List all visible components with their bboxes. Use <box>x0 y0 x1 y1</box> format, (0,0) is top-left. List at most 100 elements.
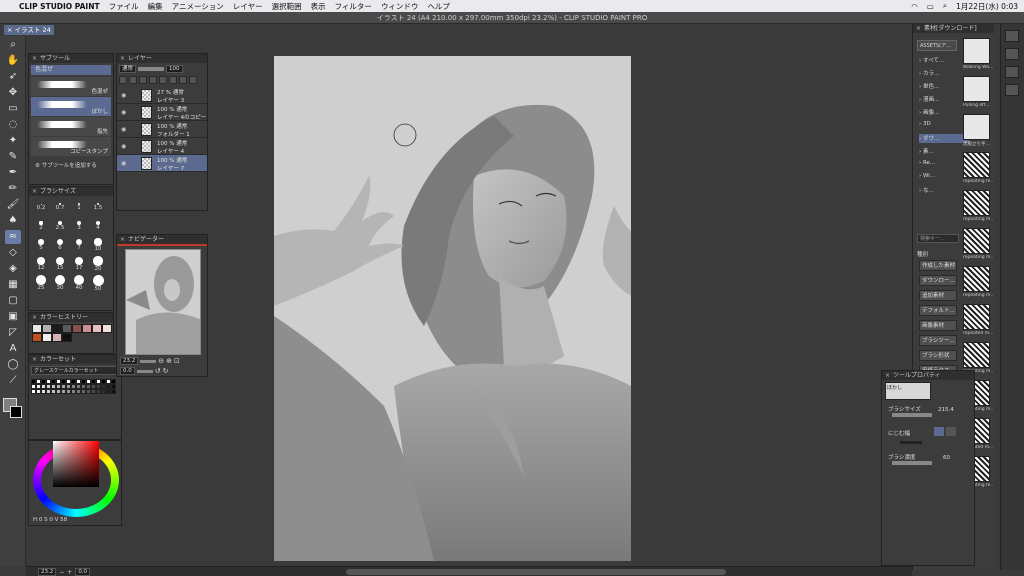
menu-view[interactable]: 表示 <box>311 1 326 12</box>
frame-tool-icon[interactable]: ▣ <box>5 310 21 324</box>
subtool-item-finger[interactable]: 指先 <box>31 117 111 136</box>
density-slider[interactable] <box>892 461 932 465</box>
mask-icon[interactable] <box>159 76 167 84</box>
pen-tool-icon[interactable]: ✒ <box>5 166 21 180</box>
material-thumbnail[interactable] <box>963 38 990 64</box>
color-history-swatch[interactable] <box>42 324 52 333</box>
material-tag-button[interactable]: 追加素材 <box>919 290 957 301</box>
clock[interactable]: 1月22日(水) 0:03 <box>956 1 1018 12</box>
colorhistory-panel-header[interactable]: × カラーヒストリー <box>29 313 113 322</box>
material-tag-button[interactable]: デフォルト... <box>919 305 957 316</box>
brush-size-preset[interactable]: 40 <box>70 274 88 293</box>
eraser-tool-icon[interactable]: ◇ <box>5 246 21 260</box>
eye-icon[interactable]: ◉ <box>121 143 126 150</box>
horizontal-scrollbar[interactable] <box>346 569 726 575</box>
material-tree-item[interactable]: › すべて... <box>919 56 969 65</box>
subtool-item-blur[interactable]: ぼかし <box>31 97 111 116</box>
eye-icon[interactable]: ◉ <box>121 160 126 167</box>
layer-row[interactable]: ◉ 100 % 通常 レイヤー 4 <box>117 138 207 155</box>
material-panel-header[interactable]: × 素材[ダウンロード] <box>913 24 994 33</box>
opacity-input[interactable]: 100 <box>166 65 183 73</box>
color-history-swatch[interactable] <box>62 333 72 342</box>
brush-size-preset[interactable]: 50 <box>89 274 107 293</box>
blur-slider[interactable] <box>900 441 922 444</box>
eyedropper-tool-icon[interactable]: ✎ <box>5 150 21 164</box>
panel-icon[interactable] <box>1005 30 1019 42</box>
wifi-icon[interactable]: ◠ <box>911 2 918 11</box>
material-tag-button[interactable]: ブラシツー... <box>919 335 957 346</box>
material-tree-item[interactable]: › カラ... <box>919 69 969 78</box>
zoom-slider[interactable] <box>140 359 157 363</box>
material-tree-item[interactable]: › 3D <box>919 121 969 130</box>
color-history-swatch[interactable] <box>72 324 82 333</box>
operation-tool-icon[interactable]: ➶ <box>5 70 21 84</box>
color-history-swatch[interactable] <box>42 333 52 342</box>
material-thumbnail[interactable] <box>963 190 990 216</box>
move-layer-tool-icon[interactable]: ✥ <box>5 86 21 100</box>
colorset-panel-header[interactable]: × カラーセット <box>29 355 121 364</box>
colorset-select[interactable]: グレースケールカラーセット <box>31 366 119 375</box>
brush-size-preset[interactable]: 7 <box>70 237 88 255</box>
layer-row[interactable]: ◉ 100 % 通常 レイヤー 4のコピー <box>117 104 207 121</box>
fill-tool-icon[interactable]: ◈ <box>5 262 21 276</box>
saturation-value-square[interactable] <box>53 441 99 487</box>
subtool-panel-header[interactable]: × サブツール <box>29 54 113 63</box>
color-history-swatch[interactable] <box>92 324 102 333</box>
material-thumbnail[interactable] <box>963 266 990 292</box>
menu-help[interactable]: ヘルプ <box>427 1 450 12</box>
rotate-right-icon[interactable]: ↻ <box>163 367 169 375</box>
balloon-tool-icon[interactable]: ◯ <box>5 358 21 372</box>
pencil-tool-icon[interactable]: ✏ <box>5 182 21 196</box>
brush-size-preset[interactable]: 30 <box>51 274 69 293</box>
brush-tool-icon[interactable]: 🖌 <box>5 198 21 212</box>
subtool-item-copystamp[interactable]: コピースタンプ <box>31 137 111 156</box>
rotate-left-icon[interactable]: ↺ <box>155 367 161 375</box>
brush-size-preset[interactable]: 2 <box>32 218 50 236</box>
brush-size-preset[interactable]: 0.2 <box>32 199 50 217</box>
brush-size-preset[interactable]: 2.5 <box>51 218 69 236</box>
ruler-icon[interactable] <box>169 76 177 84</box>
canvas-tab[interactable]: × イラスト 24 <box>4 25 54 35</box>
color-history-swatch[interactable] <box>102 324 112 333</box>
color-history-swatch[interactable] <box>52 324 62 333</box>
material-thumbnail[interactable] <box>963 152 990 178</box>
color-history-swatch[interactable] <box>82 324 92 333</box>
zoom-input[interactable]: 23.2 <box>120 357 139 365</box>
new-layer-icon[interactable] <box>119 76 127 84</box>
material-tag-button[interactable]: 画像素材 <box>919 320 957 331</box>
brush-size-preset[interactable]: 12 <box>32 256 50 274</box>
material-tag-button[interactable]: 作成した素材 <box>919 260 957 271</box>
material-tree-item[interactable]: › 画像... <box>919 108 969 117</box>
zoom-out-icon[interactable]: ⊖ <box>158 357 164 365</box>
blur-play-icon[interactable] <box>946 427 956 436</box>
brush-size-preset[interactable]: 17 <box>70 256 88 274</box>
battery-icon[interactable]: ▭ <box>927 2 934 11</box>
brush-size-preset[interactable]: 15 <box>51 256 69 274</box>
brush-size-preset[interactable]: 1.5 <box>89 199 107 217</box>
airbrush-tool-icon[interactable]: ♠ <box>5 214 21 228</box>
layer-row[interactable]: ◉ 100 % 通常 レイヤー 7 <box>117 155 207 172</box>
material-thumbnail[interactable] <box>963 304 990 330</box>
auto-select-tool-icon[interactable]: ✦ <box>5 134 21 148</box>
menu-selection[interactable]: 選択範囲 <box>272 1 302 12</box>
rotate-slider[interactable] <box>136 369 153 373</box>
material-thumbnail[interactable] <box>963 228 990 254</box>
folder-icon[interactable] <box>179 76 187 84</box>
menu-window[interactable]: ウィンドウ <box>381 1 419 12</box>
color-history-swatch[interactable] <box>32 333 42 342</box>
menu-filter[interactable]: フィルター <box>335 1 372 12</box>
text-tool-icon[interactable]: A <box>5 342 21 356</box>
menu-animation[interactable]: アニメーション <box>172 1 224 12</box>
rotate-input[interactable]: 0.0 <box>120 367 135 375</box>
material-tag-button[interactable]: ブラシ形状 <box>919 350 957 361</box>
material-header-tab[interactable]: ASSETS(ア... <box>917 40 957 51</box>
figure-tool-icon[interactable]: ▢ <box>5 294 21 308</box>
zoom-in-icon[interactable]: ⊕ <box>166 357 172 365</box>
brush-size-preset[interactable]: 4 <box>89 218 107 236</box>
ruler-tool-icon[interactable]: ◸ <box>5 326 21 340</box>
material-thumbnail[interactable] <box>963 76 990 102</box>
navigator-panel-header[interactable]: × ナビゲーター <box>117 235 207 244</box>
material-tree-item[interactable]: › Re... <box>919 160 969 169</box>
color-history-swatch[interactable] <box>52 333 62 342</box>
hand-tool-icon[interactable]: ✋ <box>5 54 21 68</box>
